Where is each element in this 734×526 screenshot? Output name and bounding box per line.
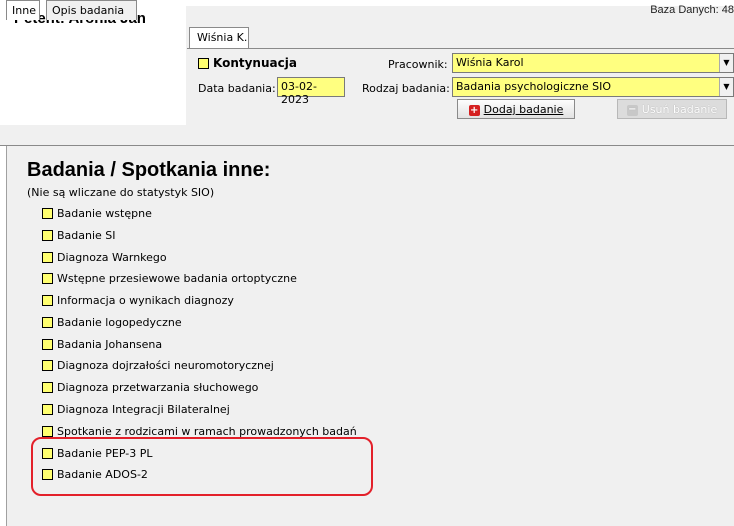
- checkbox-icon: [42, 251, 53, 263]
- minus-icon: −: [626, 103, 638, 116]
- kontynuacja-checkbox[interactable]: Kontynuacja: [198, 56, 297, 70]
- item-label: Badanie logopedyczne: [57, 316, 182, 329]
- checkbox-icon: [42, 338, 53, 350]
- checkbox-icon: [42, 207, 53, 219]
- add-badanie-button[interactable]: + Dodaj badanie: [457, 99, 575, 119]
- section-subtitle: (Nie są wliczane do statystyk SIO): [27, 186, 215, 199]
- checkbox-icon: [42, 381, 53, 393]
- checkbox-icon: [42, 359, 53, 371]
- tab-bar: [0, 125, 734, 146]
- list-item[interactable]: Diagnoza przetwarzania słuchowego: [42, 381, 258, 394]
- item-label: Diagnoza Warnkego: [57, 251, 167, 264]
- list-item[interactable]: Diagnoza dojrzałości neuromotorycznej: [42, 359, 274, 372]
- list-item[interactable]: Badanie SI: [42, 229, 116, 242]
- data-badania-input[interactable]: 03-02-2023: [277, 77, 345, 106]
- list-item[interactable]: Badanie logopedyczne: [42, 316, 182, 329]
- item-label: Diagnoza dojrzałości neuromotorycznej: [57, 359, 274, 372]
- item-label: Badania Johansena: [57, 338, 163, 351]
- tab-employee[interactable]: Wiśnia K.: [189, 27, 249, 49]
- rodzaj-badania-value: Badania psychologiczne SIO: [456, 80, 612, 93]
- tab-inne[interactable]: Inne: [6, 0, 40, 20]
- plus-icon: +: [468, 104, 480, 116]
- item-label: Badanie SI: [57, 229, 116, 242]
- tab-opis-badania[interactable]: Opis badania: [46, 0, 137, 20]
- list-item[interactable]: Wstępne przesiewowe badania ortoptyczne: [42, 272, 297, 285]
- chevron-down-icon[interactable]: ▼: [719, 54, 733, 72]
- item-label: Diagnoza Integracji Bilateralnej: [57, 403, 230, 416]
- list-item[interactable]: Badania Johansena: [42, 338, 162, 351]
- checkbox-icon: [198, 58, 209, 69]
- checkbox-icon: [42, 272, 53, 284]
- remove-button-label: Usuń badanie: [641, 103, 718, 116]
- list-item[interactable]: Informacja o wynikach diagnozy: [42, 294, 234, 307]
- rodzaj-badania-select[interactable]: Badania psychologiczne SIO ▼: [452, 77, 734, 97]
- tab-divider: [187, 48, 734, 49]
- data-badania-label: Data badania:: [198, 82, 276, 95]
- checkbox-icon: [42, 294, 53, 306]
- item-label: Diagnoza przetwarzania słuchowego: [57, 381, 259, 394]
- highlight-annotation: [31, 437, 373, 496]
- item-label: Informacja o wynikach diagnozy: [57, 294, 234, 307]
- add-button-label: Dodaj badanie: [483, 103, 564, 116]
- checkbox-icon: [42, 316, 53, 328]
- database-label: Baza Danych: 48: [650, 4, 734, 16]
- chevron-down-icon[interactable]: ▼: [719, 78, 733, 96]
- rodzaj-badania-label: Rodzaj badania:: [362, 82, 450, 95]
- pracownik-select[interactable]: Wiśnia Karol ▼: [452, 53, 734, 73]
- list-item[interactable]: Badanie wstępne: [42, 207, 152, 220]
- list-item[interactable]: Diagnoza Integracji Bilateralnej: [42, 403, 230, 416]
- kontynuacja-label: Kontynuacja: [213, 56, 297, 70]
- remove-badanie-button[interactable]: − Usuń badanie: [617, 99, 727, 119]
- list-item[interactable]: Diagnoza Warnkego: [42, 251, 167, 264]
- checkbox-icon: [42, 229, 53, 241]
- section-title: Badania / Spotkania inne:: [27, 159, 271, 181]
- item-label: Badanie wstępne: [57, 207, 152, 220]
- checkbox-icon: [42, 425, 53, 437]
- item-label: Wstępne przesiewowe badania ortoptyczne: [57, 272, 297, 285]
- checkbox-icon: [42, 403, 53, 415]
- pracownik-value: Wiśnia Karol: [456, 56, 524, 69]
- pracownik-label: Pracownik:: [388, 58, 448, 71]
